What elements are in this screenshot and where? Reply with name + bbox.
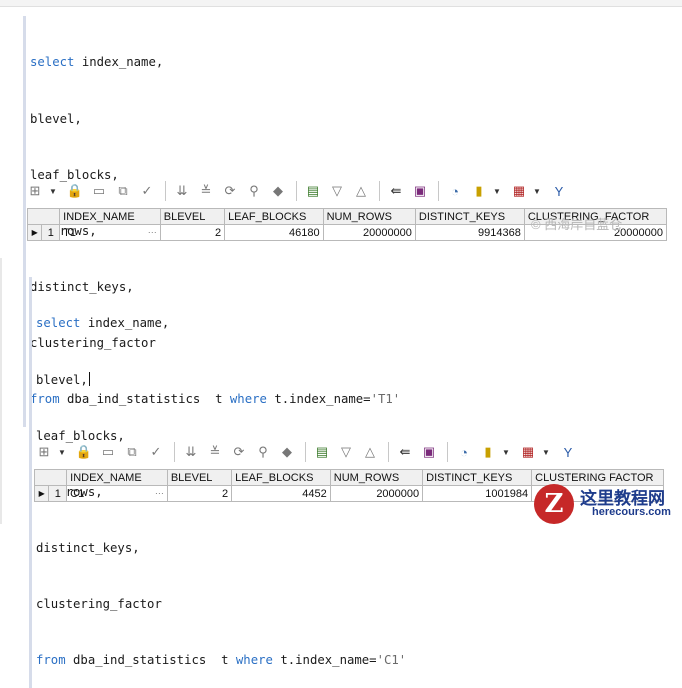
column-header[interactable]: NUM_ROWS	[322, 208, 416, 225]
grid-toolbar-2: ⊞ ▼ 🔒 ▭ ⧉ ✓ ⇊ ≚ ⟳ ⚲ ◆ ▤ ▽ △ ⇚ ▣ ◔ ▮ ▼ ▦ …	[33, 437, 581, 467]
export-icon[interactable]: ▤	[311, 441, 333, 463]
cell-distinct-keys[interactable]: 1001984	[422, 485, 533, 502]
chevron-down-icon[interactable]: ▼	[501, 441, 511, 463]
column-header[interactable]: INDEX_NAME	[66, 469, 168, 486]
chevron-down-icon[interactable]: ▼	[541, 441, 551, 463]
corner-cell	[33, 469, 68, 486]
column-header[interactable]: DISTINCT_KEYS	[422, 469, 533, 486]
chart-icon[interactable]: ▮	[468, 180, 490, 202]
column-header[interactable]: BLEVEL	[166, 469, 233, 486]
ellipsis-icon[interactable]: ···	[155, 488, 164, 498]
column-header[interactable]: LEAF_BLOCKS	[224, 208, 324, 225]
new-row-icon[interactable]: ▭	[88, 180, 110, 202]
cell-leaf-blocks[interactable]: 4452	[231, 485, 331, 502]
column-header[interactable]: DISTINCT_KEYS	[414, 208, 525, 225]
cell-index-name[interactable]: T1 ···	[59, 224, 161, 241]
arrow-down-icon[interactable]: ▽	[335, 441, 357, 463]
cell-num-rows[interactable]: 2000000	[329, 485, 424, 502]
delete-row-icon[interactable]: ⧉	[121, 441, 143, 463]
filter-down-icon[interactable]: ⇊	[171, 180, 193, 202]
refresh-icon[interactable]: ⟳	[228, 441, 250, 463]
separator	[388, 442, 389, 462]
grid-icon[interactable]: ⊞	[24, 180, 46, 202]
sql-line: blevel,	[36, 371, 90, 387]
column-header[interactable]: LEAF_BLOCKS	[231, 469, 331, 486]
refresh-icon[interactable]: ⟳	[219, 180, 241, 202]
column-header[interactable]: BLEVEL	[159, 208, 226, 225]
separator	[379, 181, 380, 201]
separator	[438, 181, 439, 201]
watermark-logo: Z 这里教程网 herecours.com	[534, 484, 682, 524]
z-logo-icon: Z	[534, 484, 574, 524]
column-header[interactable]: NUM_ROWS	[329, 469, 424, 486]
text-cursor	[88, 371, 90, 386]
sql-line: distinct_keys,	[36, 540, 140, 555]
panel-border	[0, 258, 2, 524]
chevron-down-icon[interactable]: ▼	[57, 441, 67, 463]
sql-line: clustering_factor	[36, 596, 162, 611]
cell-blevel[interactable]: 2	[166, 485, 233, 502]
save-icon[interactable]: ▣	[418, 441, 440, 463]
chart-icon[interactable]: ▮	[477, 441, 499, 463]
row-indicator[interactable]: ▶	[33, 485, 50, 502]
find-icon[interactable]: ⚲	[243, 180, 265, 202]
row-number: 1	[41, 224, 61, 241]
watermark-text: © 西海岸自蓝仓	[531, 217, 623, 232]
cell-distinct-keys[interactable]: 9914368	[414, 224, 525, 241]
filter-all-icon[interactable]: ≚	[204, 441, 226, 463]
lock-icon[interactable]: 🔒	[64, 180, 86, 202]
chevron-down-icon[interactable]: ▼	[48, 180, 58, 202]
delete-row-icon[interactable]: ⧉	[112, 180, 134, 202]
new-row-icon[interactable]: ▭	[97, 441, 119, 463]
table-icon[interactable]: ▦	[517, 441, 539, 463]
save-icon[interactable]: ▣	[409, 180, 431, 202]
top-edge	[0, 0, 682, 7]
clear-icon[interactable]: ◆	[267, 180, 289, 202]
separator	[296, 181, 297, 201]
commit-icon[interactable]: ✓	[145, 441, 167, 463]
lock-icon[interactable]: 🔒	[73, 441, 95, 463]
commit-icon[interactable]: ✓	[136, 180, 158, 202]
cell-leaf-blocks[interactable]: 46180	[224, 224, 324, 241]
separator	[447, 442, 448, 462]
sql-line: select index_name,	[30, 55, 164, 70]
link-icon[interactable]: ⇚	[394, 441, 416, 463]
cell-blevel[interactable]: 2	[159, 224, 226, 241]
table-icon[interactable]: ▦	[508, 180, 530, 202]
chevron-down-icon[interactable]: ▼	[492, 180, 502, 202]
column-header[interactable]: INDEX_NAME	[59, 208, 161, 225]
clear-icon[interactable]: ◆	[276, 441, 298, 463]
arrow-down-icon[interactable]: ▽	[326, 180, 348, 202]
link-icon[interactable]: ⇚	[385, 180, 407, 202]
chevron-down-icon[interactable]: ▼	[532, 180, 542, 202]
arrow-up-icon[interactable]: △	[350, 180, 372, 202]
filter-down-icon[interactable]: ⇊	[180, 441, 202, 463]
cell-index-name[interactable]: C1 ···	[66, 485, 168, 502]
filter-icon[interactable]: Y	[548, 180, 570, 202]
plot-icon[interactable]: ◔	[453, 441, 475, 463]
sql-line: select index_name,	[36, 316, 170, 331]
filter-all-icon[interactable]: ≚	[195, 180, 217, 202]
grid-toolbar-1: ⊞ ▼ 🔒 ▭ ⧉ ✓ ⇊ ≚ ⟳ ⚲ ◆ ▤ ▽ △ ⇚ ▣ ◔ ▮ ▼ ▦ …	[24, 176, 572, 206]
separator	[174, 442, 175, 462]
export-icon[interactable]: ▤	[302, 180, 324, 202]
cell-num-rows[interactable]: 20000000	[322, 224, 416, 241]
filter-icon[interactable]: Y	[557, 441, 579, 463]
sql-line: from dba_ind_statistics t where t.index_…	[36, 653, 407, 668]
row-number: 1	[48, 485, 68, 502]
watermark-url: herecours.com	[592, 506, 671, 518]
ellipsis-icon[interactable]: ···	[148, 227, 157, 237]
find-icon[interactable]: ⚲	[252, 441, 274, 463]
plot-icon[interactable]: ◔	[444, 180, 466, 202]
row-indicator[interactable]: ▶	[26, 224, 43, 241]
separator	[165, 181, 166, 201]
separator	[305, 442, 306, 462]
arrow-up-icon[interactable]: △	[359, 441, 381, 463]
grid-icon[interactable]: ⊞	[33, 441, 55, 463]
corner-cell	[26, 208, 61, 225]
sql-line: blevel,	[30, 111, 82, 126]
